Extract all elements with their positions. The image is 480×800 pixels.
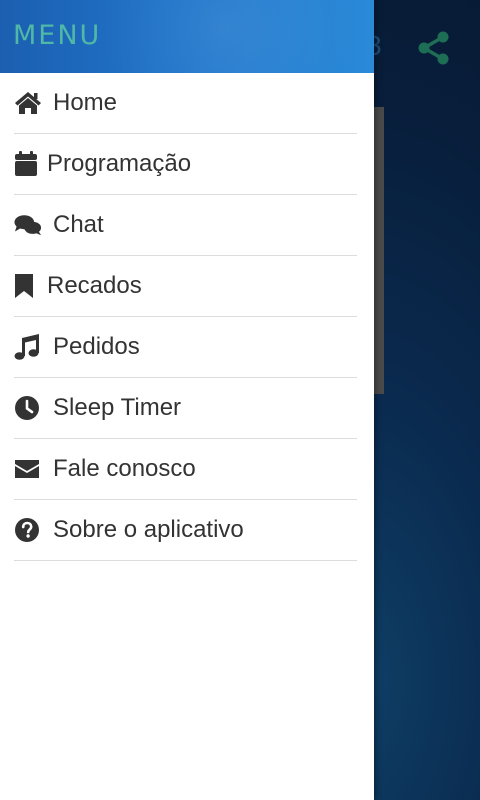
share-icon: [418, 31, 449, 65]
menu-item-fale-conosco[interactable]: Fale conosco: [14, 439, 357, 500]
menu-item-programacao[interactable]: Programação: [14, 134, 357, 195]
menu-item-sobre-o-aplicativo[interactable]: Sobre o aplicativo: [14, 500, 357, 561]
menu-item-chat[interactable]: Chat: [14, 195, 357, 256]
envelope-icon: [14, 455, 42, 483]
menu-item-recados[interactable]: Recados: [14, 256, 357, 317]
menu-item-sleep-timer[interactable]: Sleep Timer: [14, 378, 357, 439]
question-circle-icon: [14, 516, 42, 544]
menu-item-label: Chat: [53, 211, 104, 238]
chat-icon: [14, 211, 42, 239]
menu-title: MENU: [13, 20, 102, 51]
menu-item-pedidos[interactable]: Pedidos: [14, 317, 357, 378]
bookmark-icon: [14, 272, 42, 300]
calendar-icon: [14, 150, 42, 178]
menu-item-label: Sleep Timer: [53, 394, 182, 421]
share-button[interactable]: [414, 28, 454, 68]
music-icon: [14, 333, 42, 361]
app-screen: 3 MENU Home Programação Chat Recados Ped…: [0, 0, 480, 800]
navigation-drawer: MENU Home Programação Chat Recados Pedid…: [0, 0, 374, 800]
home-icon: [14, 89, 42, 117]
clock-icon: [14, 394, 42, 422]
menu-item-label: Programação: [47, 150, 192, 177]
menu-item-label: Recados: [47, 272, 142, 299]
menu-item-label: Pedidos: [53, 333, 140, 360]
content-scrollbar[interactable]: [374, 107, 384, 394]
drawer-header: MENU: [0, 0, 374, 73]
menu-list: Home Programação Chat Recados Pedidos Sl…: [0, 73, 374, 561]
menu-item-label: Sobre o aplicativo: [53, 516, 244, 543]
menu-item-label: Home: [53, 89, 118, 116]
menu-item-label: Fale conosco: [53, 455, 196, 482]
menu-item-home[interactable]: Home: [14, 73, 357, 134]
